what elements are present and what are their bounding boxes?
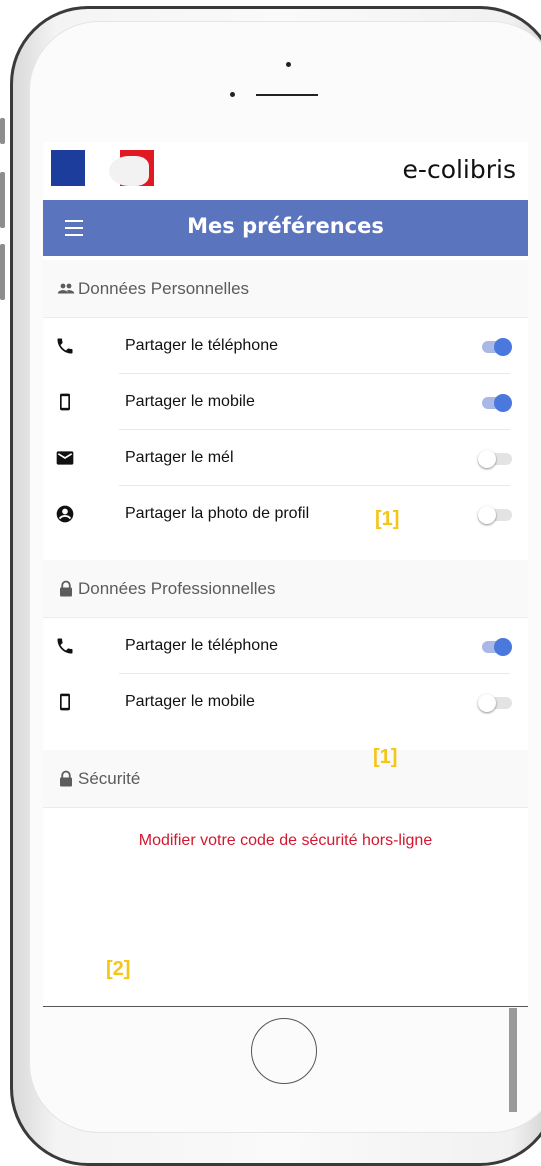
page-title: Mes préférences [187, 214, 384, 238]
phone-icon [57, 638, 73, 654]
pref-label: Partager le mél [125, 449, 234, 466]
toggle-personal-mobile[interactable] [478, 394, 512, 412]
toggle-professional-mobile[interactable] [478, 694, 512, 712]
phone-icon [57, 338, 73, 354]
annotation-marker: [2] [106, 958, 131, 980]
annotation-marker: [1] [373, 746, 398, 768]
toggle-professional-phone[interactable] [478, 638, 512, 656]
app-screen: e-colibris Mes préférences Données Perso… [43, 142, 528, 1007]
change-offline-code-link[interactable]: Modifier votre code de sécurité hors-lig… [43, 832, 528, 850]
pref-label: Partager le téléphone [125, 637, 278, 654]
people-icon [57, 283, 75, 294]
app-title: e-colibris [402, 155, 516, 184]
republique-francaise-logo [51, 150, 154, 186]
section-security-label: Sécurité [78, 769, 141, 788]
mobile-icon [60, 693, 70, 711]
section-security-header: Sécurité [43, 750, 528, 808]
toggle-personal-photo[interactable] [478, 506, 512, 524]
section-professional-header: Données Professionnelles [43, 560, 528, 618]
account-circle-icon [56, 505, 74, 523]
side-button-mute [0, 118, 5, 144]
proximity-sensor [230, 92, 235, 97]
pref-label: Partager le mobile [125, 693, 255, 710]
brand-bar: e-colibris [43, 142, 528, 198]
pref-label: Partager le téléphone [125, 337, 278, 354]
pref-label: Partager la photo de profil [125, 505, 310, 522]
section-personal-label: Données Personnelles [78, 279, 250, 298]
scrollbar[interactable] [509, 1008, 517, 1112]
pref-row-personal-phone: Partager le téléphone [43, 318, 528, 374]
pref-label: Partager le mobile [125, 393, 255, 410]
header-bar: Mes préférences [43, 200, 528, 256]
toggle-personal-phone[interactable] [478, 338, 512, 356]
pref-row-personal-email: Partager le mél [43, 430, 528, 486]
pref-row-personal-photo: Partager la photo de profil [43, 486, 528, 542]
pref-row-personal-mobile: Partager le mobile [43, 374, 528, 430]
earpiece-speaker [256, 94, 318, 96]
pref-row-professional-mobile: Partager le mobile [43, 674, 528, 730]
section-professional-label: Données Professionnelles [78, 579, 276, 598]
lock-icon [60, 770, 72, 787]
annotation-marker: [1] [375, 508, 400, 530]
side-button-volume-up [0, 172, 5, 228]
pref-row-professional-phone: Partager le téléphone [43, 618, 528, 674]
toggle-personal-email[interactable] [478, 450, 512, 468]
home-button[interactable] [251, 1018, 317, 1084]
mobile-icon [60, 393, 70, 411]
section-personal-header: Données Personnelles [43, 260, 528, 318]
side-button-volume-down [0, 244, 5, 300]
lock-icon [60, 580, 72, 597]
mail-icon [56, 451, 74, 465]
front-camera [286, 62, 291, 67]
